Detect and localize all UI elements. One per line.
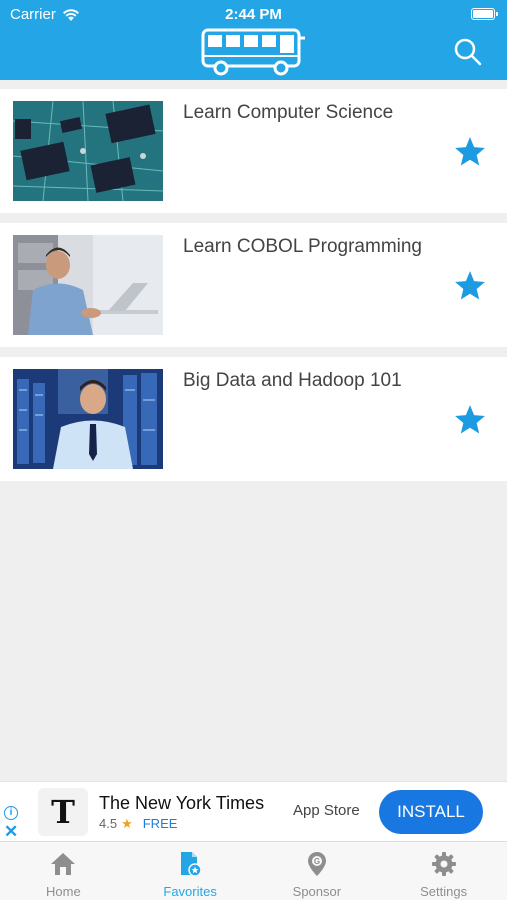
close-icon[interactable]: ✕ <box>4 822 18 842</box>
star-icon[interactable] <box>453 269 487 303</box>
tab-sponsor[interactable]: G Sponsor <box>254 842 381 900</box>
star-icon[interactable] <box>453 403 487 437</box>
app-header: Carrier 2:44 PM <box>0 0 507 80</box>
course-title: Learn COBOL Programming <box>183 236 423 257</box>
ad-app-name: The New York Times <box>99 793 265 813</box>
list-item[interactable]: Learn COBOL Programming <box>0 223 507 347</box>
ad-store-label: App Store <box>293 802 360 819</box>
ad-rating-value: 4.5 <box>99 816 118 831</box>
install-button[interactable]: INSTALL <box>379 790 483 834</box>
nyt-logo: T <box>38 788 88 836</box>
man-on-laptop-image <box>13 235 163 335</box>
search-icon[interactable] <box>454 38 482 66</box>
gear-icon <box>431 852 456 876</box>
tab-favorites[interactable]: Favorites <box>127 842 254 900</box>
tab-settings[interactable]: Settings <box>380 842 507 900</box>
ad-price: FREE <box>142 816 178 831</box>
nyt-logo-letter: T <box>51 793 75 831</box>
course-title: Big Data and Hadoop 101 <box>183 370 402 391</box>
tab-sponsor-label: Sponsor <box>292 884 342 899</box>
favorites-document-icon <box>181 852 202 877</box>
bus-icon <box>201 28 305 76</box>
favorites-list: Learn Computer Science Learn COBOL Progr… <box>0 89 507 491</box>
rating-star-icon: ★ <box>121 816 133 831</box>
tab-bar: Home Favorites G Sponsor Settings <box>0 841 507 900</box>
svg-text:G: G <box>314 857 320 866</box>
course-title: Learn Computer Science <box>183 102 394 123</box>
battery-icon <box>471 8 498 20</box>
ad-banner[interactable]: i ✕ T The New York Times 4.5 ★ FREE App St… <box>0 781 507 841</box>
ad-rating: 4.5 ★ FREE <box>99 816 177 832</box>
tab-favorites-label: Favorites <box>163 884 217 899</box>
circuit-board-image <box>13 101 163 201</box>
tab-home-label: Home <box>46 884 81 899</box>
man-in-datacenter-image <box>13 369 163 469</box>
status-time: 2:44 PM <box>225 6 282 23</box>
star-icon[interactable] <box>453 135 487 169</box>
home-icon <box>51 853 76 875</box>
list-item[interactable]: Learn Computer Science <box>0 89 507 213</box>
map-pin-icon: G <box>307 852 326 876</box>
tab-settings-label: Settings <box>420 884 468 899</box>
list-item[interactable]: Big Data and Hadoop 101 <box>0 357 507 481</box>
info-icon[interactable]: i <box>4 806 18 820</box>
status-bar: Carrier 2:44 PM <box>0 4 507 24</box>
tab-home[interactable]: Home <box>0 842 127 900</box>
